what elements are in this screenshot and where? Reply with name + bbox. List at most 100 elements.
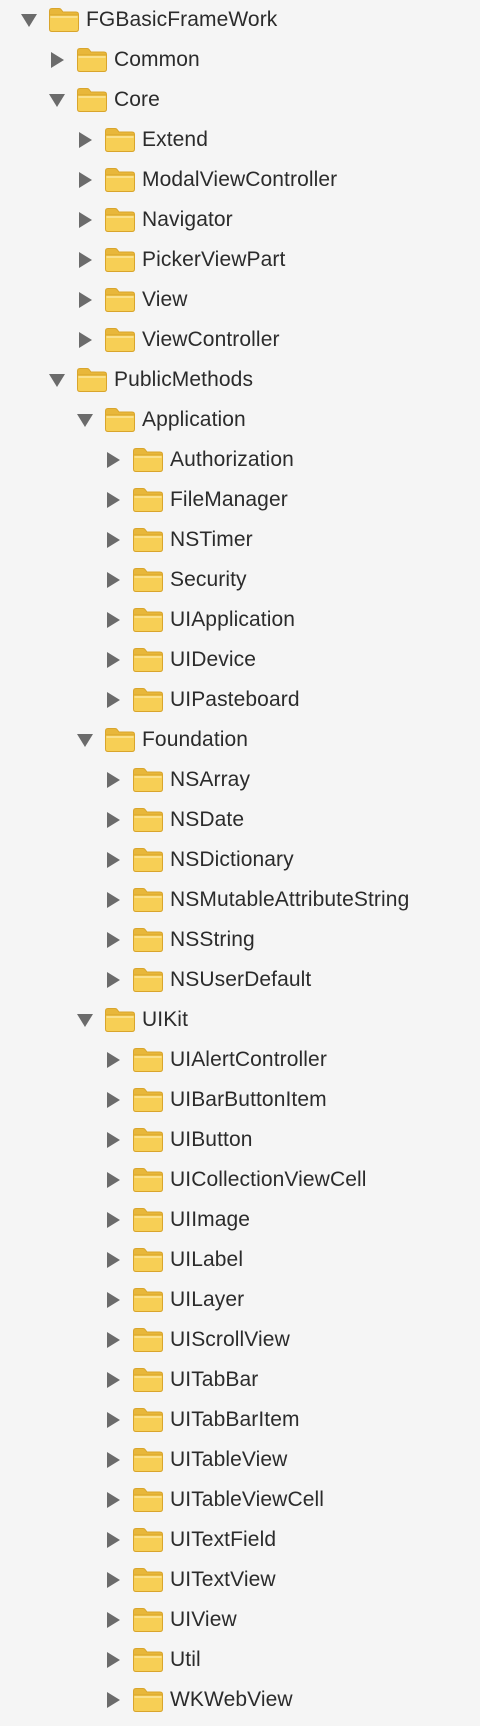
tree-row-uiview[interactable]: UIView <box>0 1600 480 1640</box>
tree-row-authorization[interactable]: Authorization <box>0 440 480 480</box>
disclosure-triangle-right-icon[interactable] <box>76 291 94 309</box>
tree-row-uitab-bar-item[interactable]: UITabBarItem <box>0 1400 480 1440</box>
disclosure-triangle-right-icon[interactable] <box>104 1131 122 1149</box>
tree-row-security[interactable]: Security <box>0 560 480 600</box>
tree-row-nsdate[interactable]: NSDate <box>0 800 480 840</box>
disclosure-triangle-right-icon[interactable] <box>104 1411 122 1429</box>
disclosure-triangle-down-icon[interactable] <box>76 731 94 749</box>
tree-row-foundation[interactable]: Foundation <box>0 720 480 760</box>
tree-row-uitable-view[interactable]: UITableView <box>0 1440 480 1480</box>
disclosure-triangle-right-icon[interactable] <box>104 691 122 709</box>
disclosure-triangle-right-icon[interactable] <box>104 531 122 549</box>
folder-icon <box>132 1647 164 1673</box>
tree-row-nsstring[interactable]: NSString <box>0 920 480 960</box>
disclosure-triangle-right-icon[interactable] <box>48 51 66 69</box>
disclosure-triangle-right-icon[interactable] <box>104 491 122 509</box>
disclosure-triangle-right-icon[interactable] <box>104 571 122 589</box>
disclosure-triangle-down-icon[interactable] <box>76 1011 94 1029</box>
disclosure-triangle-right-icon[interactable] <box>104 1371 122 1389</box>
tree-row-uipasteboard[interactable]: UIPasteboard <box>0 680 480 720</box>
disclosure-triangle-right-icon[interactable] <box>104 451 122 469</box>
disclosure-triangle-right-icon[interactable] <box>104 1611 122 1629</box>
tree-row-view[interactable]: View <box>0 280 480 320</box>
disclosure-triangle-right-icon[interactable] <box>76 131 94 149</box>
tree-row-picker-view-part[interactable]: PickerViewPart <box>0 240 480 280</box>
disclosure-triangle-right-icon[interactable] <box>104 1211 122 1229</box>
disclosure-triangle-right-icon[interactable] <box>104 1531 122 1549</box>
tree-row-uiscroll-view[interactable]: UIScrollView <box>0 1320 480 1360</box>
tree-row-nsmutable-attribute-string[interactable]: NSMutableAttributeString <box>0 880 480 920</box>
tree-row-nsuser-default[interactable]: NSUserDefault <box>0 960 480 1000</box>
tree-row-uilabel[interactable]: UILabel <box>0 1240 480 1280</box>
disclosure-triangle-right-icon[interactable] <box>104 1451 122 1469</box>
disclosure-triangle-right-icon[interactable] <box>76 331 94 349</box>
disclosure-triangle-right-icon[interactable] <box>76 251 94 269</box>
tree-row-core[interactable]: Core <box>0 80 480 120</box>
disclosure-triangle-right-icon[interactable] <box>104 1251 122 1269</box>
tree-row-uikit[interactable]: UIKit <box>0 1000 480 1040</box>
tree-row-uitext-field[interactable]: UITextField <box>0 1520 480 1560</box>
tree-row-uibutton[interactable]: UIButton <box>0 1120 480 1160</box>
tree-row-uiapplication[interactable]: UIApplication <box>0 600 480 640</box>
tree-row-nstimer[interactable]: NSTimer <box>0 520 480 560</box>
tree-row-view-controller[interactable]: ViewController <box>0 320 480 360</box>
tree-row-modal-view-controller[interactable]: ModalViewController <box>0 160 480 200</box>
tree-row-uicollection-view-cell[interactable]: UICollectionViewCell <box>0 1160 480 1200</box>
disclosure-triangle-down-icon[interactable] <box>20 11 38 29</box>
disclosure-triangle-right-icon[interactable] <box>104 971 122 989</box>
disclosure-triangle-right-icon[interactable] <box>104 1651 122 1669</box>
tree-row-public-methods[interactable]: PublicMethods <box>0 360 480 400</box>
tree-row-label: UIKit <box>142 1008 189 1031</box>
disclosure-triangle-right-icon[interactable] <box>104 891 122 909</box>
tree-row-label: UIImage <box>170 1208 251 1231</box>
disclosure-triangle-right-icon[interactable] <box>104 1051 122 1069</box>
tree-row-file-manager[interactable]: FileManager <box>0 480 480 520</box>
disclosure-triangle-right-icon[interactable] <box>104 931 122 949</box>
disclosure-triangle-right-icon[interactable] <box>104 651 122 669</box>
tree-row-nsdictionary[interactable]: NSDictionary <box>0 840 480 880</box>
tree-row-application[interactable]: Application <box>0 400 480 440</box>
folder-icon <box>132 767 164 793</box>
tree-row-uiimage[interactable]: UIImage <box>0 1200 480 1240</box>
tree-row-label: Core <box>114 88 160 111</box>
tree-row-fgbasic-frame-work[interactable]: FGBasicFrameWork <box>0 0 480 40</box>
disclosure-triangle-right-icon[interactable] <box>76 171 94 189</box>
tree-row-uilayer[interactable]: UILayer <box>0 1280 480 1320</box>
tree-row-uitable-view-cell[interactable]: UITableViewCell <box>0 1480 480 1520</box>
tree-row-uialert-controller[interactable]: UIAlertController <box>0 1040 480 1080</box>
tree-row-label: UIBarButtonItem <box>170 1088 327 1111</box>
disclosure-triangle-down-icon[interactable] <box>76 411 94 429</box>
disclosure-triangle-right-icon[interactable] <box>104 1331 122 1349</box>
disclosure-triangle-right-icon[interactable] <box>104 1291 122 1309</box>
disclosure-triangle-right-icon[interactable] <box>104 1491 122 1509</box>
folder-icon <box>132 1407 164 1433</box>
disclosure-triangle-right-icon[interactable] <box>104 811 122 829</box>
tree-row-uitext-view[interactable]: UITextView <box>0 1560 480 1600</box>
tree-row-extend[interactable]: Extend <box>0 120 480 160</box>
disclosure-triangle-right-icon[interactable] <box>104 851 122 869</box>
disclosure-triangle-down-icon[interactable] <box>48 371 66 389</box>
disclosure-triangle-right-icon[interactable] <box>104 1571 122 1589</box>
tree-row-uibar-button-item[interactable]: UIBarButtonItem <box>0 1080 480 1120</box>
disclosure-triangle-right-icon[interactable] <box>104 1171 122 1189</box>
tree-row-label: UILayer <box>170 1288 245 1311</box>
tree-row-wkweb-view[interactable]: WKWebView <box>0 1680 480 1720</box>
tree-row-nsarray[interactable]: NSArray <box>0 760 480 800</box>
tree-row-util[interactable]: Util <box>0 1640 480 1680</box>
disclosure-triangle-right-icon[interactable] <box>76 211 94 229</box>
disclosure-triangle-right-icon[interactable] <box>104 1091 122 1109</box>
folder-icon <box>104 247 136 273</box>
disclosure-triangle-right-icon[interactable] <box>104 1691 122 1709</box>
folder-icon <box>132 1367 164 1393</box>
tree-row-label: ModalViewController <box>142 168 338 191</box>
folder-icon <box>132 1087 164 1113</box>
disclosure-triangle-down-icon[interactable] <box>48 91 66 109</box>
tree-row-uitab-bar[interactable]: UITabBar <box>0 1360 480 1400</box>
tree-row-common[interactable]: Common <box>0 40 480 80</box>
disclosure-triangle-right-icon[interactable] <box>104 611 122 629</box>
folder-icon <box>132 1167 164 1193</box>
tree-row-uidevice[interactable]: UIDevice <box>0 640 480 680</box>
tree-row-navigator[interactable]: Navigator <box>0 200 480 240</box>
folder-icon <box>132 487 164 513</box>
disclosure-triangle-right-icon[interactable] <box>104 771 122 789</box>
